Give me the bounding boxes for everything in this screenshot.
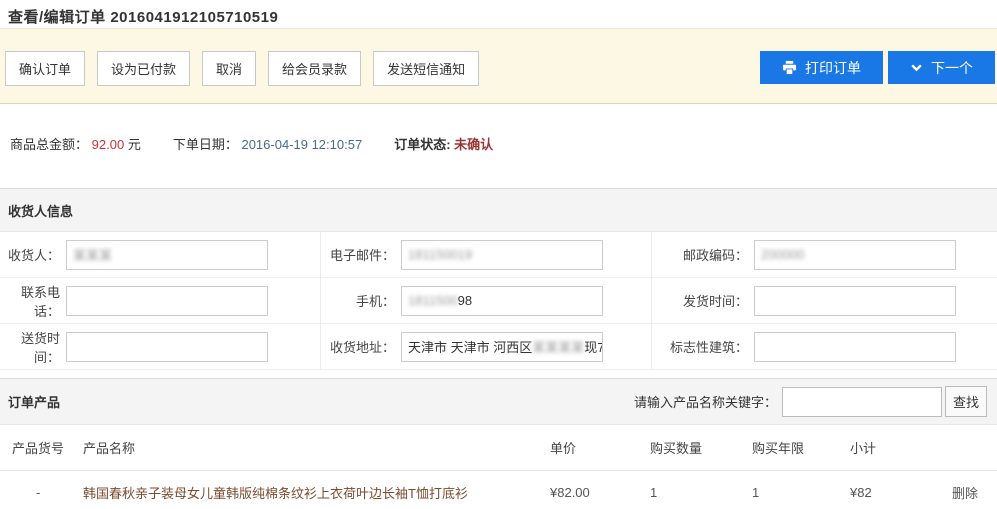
spacer <box>0 370 997 378</box>
field-address-label: 收货地址： <box>329 337 395 356</box>
product-qty: 1 <box>650 470 752 509</box>
field-ship-time: 发货时间： <box>652 278 997 324</box>
col-price: 单价 <box>550 425 650 470</box>
next-order-button[interactable]: 下一个 <box>888 51 995 84</box>
postcode-input[interactable]: 200000 <box>754 240 956 270</box>
printer-icon <box>782 60 797 75</box>
field-phone-label: 联系电话： <box>2 282 60 320</box>
products-section-header: 订单产品 请输入产品名称关键字： 查找 <box>0 378 997 425</box>
table-row: - 韩国春秋亲子装母女儿童韩版纯棉条纹衫上衣荷叶边长袖T恤打底衫 ¥82.00 … <box>0 470 997 509</box>
products-section-title: 订单产品 <box>8 392 60 411</box>
field-consignee-label: 收货人： <box>2 245 60 264</box>
field-landmark-label: 标志性建筑： <box>662 337 748 356</box>
col-subtotal: 小计 <box>850 425 940 470</box>
toolbar-right-group: 打印订单 下一个 <box>760 51 995 84</box>
col-name: 产品名称 <box>83 425 550 470</box>
order-summary: 商品总金额： 92.00 元 下单日期： 2016-04-19 12:10:57… <box>0 104 997 188</box>
product-search-button[interactable]: 查找 <box>945 386 987 417</box>
ship-time-input[interactable] <box>754 286 956 316</box>
print-order-label: 打印订单 <box>805 58 861 78</box>
phone-input[interactable] <box>66 286 268 316</box>
product-search-input[interactable] <box>782 387 942 417</box>
set-paid-button[interactable]: 设为已付款 <box>97 51 190 86</box>
order-date-value: 2016-04-19 12:10:57 <box>241 137 362 152</box>
field-email-label: 电子邮件： <box>329 245 395 264</box>
field-ship-time-label: 发货时间： <box>662 291 748 310</box>
confirm-order-button[interactable]: 确认订单 <box>5 51 85 86</box>
product-price: ¥82.00 <box>550 470 650 509</box>
field-delivery-time: 送货时间： <box>0 324 321 370</box>
order-date-label: 下单日期： <box>173 137 238 152</box>
field-landmark: 标志性建筑： <box>652 324 997 370</box>
print-order-button[interactable]: 打印订单 <box>760 51 883 84</box>
field-mobile-label: 手机： <box>329 291 395 310</box>
record-member-payment-button[interactable]: 给会员录款 <box>268 51 361 86</box>
toolbar-left-group: 确认订单 设为已付款 取消 给会员录款 发送短信通知 <box>5 51 479 86</box>
order-status: 订单状态: 未确认 <box>394 134 493 153</box>
field-postcode: 邮政编码： 200000 <box>652 232 997 278</box>
order-total-value: 92.00 <box>92 137 125 152</box>
product-name-link[interactable]: 韩国春秋亲子装母女儿童韩版纯棉条纹衫上衣荷叶边长袖T恤打底衫 <box>83 486 468 501</box>
toolbar: 确认订单 设为已付款 取消 给会员录款 发送短信通知 打印订单 <box>0 28 997 104</box>
consignee-input[interactable]: 某某某 <box>66 240 268 270</box>
delivery-time-input[interactable] <box>66 332 268 362</box>
cancel-button[interactable]: 取消 <box>202 51 256 86</box>
chevron-down-icon <box>910 61 923 74</box>
product-sku: - <box>0 470 83 509</box>
product-search-label: 请输入产品名称关键字： <box>634 392 777 411</box>
products-header-row: 产品货号 产品名称 单价 购买数量 购买年限 小计 <box>0 425 997 470</box>
field-address: 收货地址： 天津市 天津市 河西区某某某某现7 <box>321 324 652 370</box>
order-status-value: 未确认 <box>454 137 493 152</box>
field-delivery-time-label: 送货时间： <box>2 328 60 366</box>
field-consignee: 收货人： 某某某 <box>0 232 321 278</box>
landmark-input[interactable] <box>754 332 956 362</box>
field-phone: 联系电话： <box>0 278 321 324</box>
next-order-label: 下一个 <box>931 58 973 78</box>
address-input[interactable]: 天津市 天津市 河西区某某某某现7 <box>401 332 603 362</box>
col-years: 购买年限 <box>752 425 850 470</box>
order-total-unit: 元 <box>128 137 141 152</box>
send-sms-button[interactable]: 发送短信通知 <box>373 51 479 86</box>
col-sku: 产品货号 <box>0 425 83 470</box>
product-subtotal: ¥82 <box>850 470 940 509</box>
email-input[interactable]: 181150019 <box>401 240 603 270</box>
product-years: 1 <box>752 470 850 509</box>
order-date: 下单日期： 2016-04-19 12:10:57 <box>173 134 362 153</box>
recipient-section-header: 收货人信息 <box>0 188 997 232</box>
page-title: 查看/编辑订单 2016041912105710519 <box>8 6 989 27</box>
mobile-input[interactable]: 181150098 <box>401 286 603 316</box>
order-status-label: 订单状态: <box>394 137 450 152</box>
order-total-label: 商品总金额： <box>10 137 88 152</box>
recipient-section-title: 收货人信息 <box>8 201 73 220</box>
field-email: 电子邮件： 181150019 <box>321 232 652 278</box>
recipient-fields: 收货人： 某某某 电子邮件： 181150019 邮政编码： 200000 联系… <box>0 232 997 370</box>
order-total: 商品总金额： 92.00 元 <box>10 134 141 153</box>
delete-product-link[interactable]: 删除 <box>952 486 978 501</box>
col-actions <box>940 425 997 470</box>
col-qty: 购买数量 <box>650 425 752 470</box>
products-table: 产品货号 产品名称 单价 购买数量 购买年限 小计 - 韩国春秋亲子装母女儿童韩… <box>0 425 997 509</box>
title-bar: 查看/编辑订单 2016041912105710519 <box>0 0 997 28</box>
order-edit-page: 查看/编辑订单 2016041912105710519 确认订单 设为已付款 取… <box>0 0 997 509</box>
product-search: 请输入产品名称关键字： 查找 <box>634 386 987 417</box>
field-mobile: 手机： 181150098 <box>321 278 652 324</box>
field-postcode-label: 邮政编码： <box>662 245 748 264</box>
